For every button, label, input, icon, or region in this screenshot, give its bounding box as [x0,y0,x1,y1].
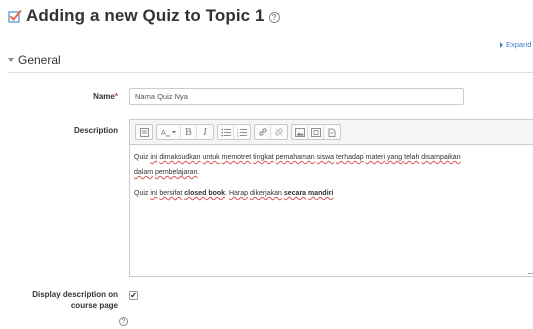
display-description-label: Display description on course page [10,289,118,311]
line1-word: yang [385,154,405,161]
line1-word: terhadap [336,154,364,161]
display-description-label-line2: course page [70,301,118,310]
toolbar-group-1 [135,124,153,140]
line2-word: dalam [134,169,154,176]
toolbar-group-3: 123 [217,124,251,140]
p1-line1: Quiz ini dimaksudkan untuk memotret ting… [134,154,461,161]
toolbar-group-4 [254,124,288,140]
toolbar-group-2: A B I [156,124,214,140]
svg-text:3: 3 [237,134,239,137]
line1-word: untuk [202,154,220,161]
link-icon[interactable] [255,125,271,139]
editor-content[interactable]: Quiz ini dimaksudkan untuk memotret ting… [130,145,533,212]
display-description-label-line1: Display description on [32,290,118,299]
p2-word: ini [150,190,158,197]
unordered-list-icon[interactable] [218,125,234,139]
description-label: Description [73,126,118,135]
svg-text:A: A [161,130,166,137]
required-marker: * [114,92,118,101]
name-input[interactable] [129,88,464,105]
line1-word: siswa [316,154,335,161]
resize-handle[interactable] [528,268,533,274]
toolbar-group-5 [291,124,341,140]
help-icon[interactable]: ? [268,12,280,23]
section-header-general[interactable]: General [8,53,61,67]
line1-word: memotret [221,154,252,161]
expand-arrow-icon [500,41,503,48]
p2-bold-mandiri: mandiri [308,190,334,197]
page-heading: Adding a new Quiz to Topic 1 ? [8,6,280,26]
page-title: Adding a new Quiz to Topic 1 [26,6,265,25]
line1-word: dimaksudkan [159,154,201,161]
name-label-text: Name [93,92,115,101]
paragraph-1: Quiz ini dimaksudkan untuk memotret ting… [134,150,532,180]
p2-bold-closed-book: closed book [184,190,226,197]
p2-pre: Quiz [134,190,151,197]
line1-word: tingkat [253,154,274,161]
line1-word: telah [404,154,420,161]
unlink-icon[interactable] [271,125,287,139]
file-icon[interactable] [324,125,340,139]
help-icon[interactable]: ? [119,317,128,326]
description-editor[interactable]: A B I 123 Quiz ini dimaksudkan untuk mem… [129,119,533,277]
paragraph-2: Quiz ini bersifat closed book. Harap dik… [134,186,532,201]
italic-glyph: I [203,126,207,138]
image-icon[interactable] [292,125,308,139]
quiz-icon [8,9,22,23]
line1-word: pemahaman [275,154,315,161]
section-divider [8,72,533,73]
font-style-icon[interactable]: A [157,125,181,139]
media-icon[interactable] [308,125,324,139]
expand-all-label: Expand al [506,40,533,49]
chevron-down-icon [8,58,14,62]
bold-icon[interactable]: B [181,125,197,139]
p2-word: dikerjakan [250,190,282,197]
line2-word: pembelajaran [155,169,198,176]
editor-toolbar: A B I 123 [130,120,533,145]
p1-line2: dalam pembelajaran. [134,169,199,176]
p2-word: bersifat [159,190,183,197]
line1-word: disampaikan [421,154,461,161]
p2-word: Harap [228,190,249,197]
ordered-list-icon[interactable]: 123 [234,125,250,139]
bold-glyph: B [185,126,192,138]
display-description-checkbox[interactable]: ✔ [129,291,138,300]
p2-bold-secara: secara [283,190,307,197]
expand-all-link[interactable]: Expand al [500,40,533,49]
line1-word: materi [365,154,386,161]
section-title: General [18,53,61,67]
name-label: Name* [40,92,118,101]
italic-icon[interactable]: I [197,125,213,139]
line2-word: . [197,169,200,176]
collapse-icon[interactable] [136,125,152,139]
line1-word: Quiz [134,154,151,161]
